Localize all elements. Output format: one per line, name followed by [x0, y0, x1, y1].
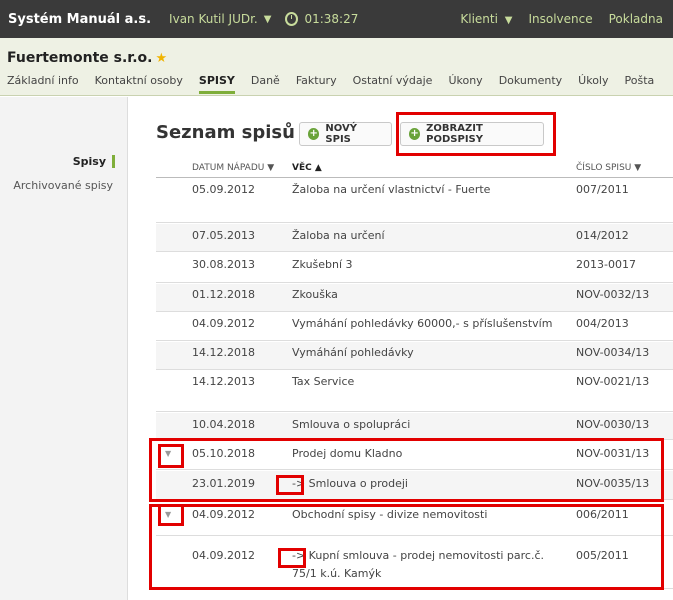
table-row[interactable]: 07.05.2013 Žaloba na určení 014/2012	[156, 224, 673, 252]
timer[interactable]: 01:38:27	[285, 12, 358, 26]
timer-value: 01:38:27	[304, 12, 359, 26]
client-tabs: Základní info Kontaktní osoby SPISY Daně…	[7, 74, 670, 94]
user-menu[interactable]: Ivan Kutil JUDr. ▼	[169, 12, 271, 26]
row-num: NOV-0034/13	[576, 346, 650, 359]
table-row[interactable]: 05.09.2012 Žaloba na určení vlastnictví …	[156, 179, 673, 223]
row-num: 007/2011	[576, 183, 629, 196]
tab-zakladni-info[interactable]: Základní info	[7, 74, 79, 94]
table-row[interactable]: 14.12.2013 Tax Service NOV-0021/13	[156, 371, 673, 412]
table-row[interactable]: 10.04.2018 Smlouva o spolupráci NOV-0030…	[156, 413, 673, 440]
tab-posta[interactable]: Pošta	[625, 74, 655, 94]
chevron-down-icon: ▼	[504, 15, 513, 26]
nav-clients[interactable]: Klienti ▼	[444, 12, 512, 26]
row-date: 07.05.2013	[192, 229, 255, 242]
sidebar: Spisy Archivované spisy	[0, 97, 128, 600]
client-name: Fuertemonte s.r.o. ★	[7, 50, 168, 66]
tab-dokumenty[interactable]: Dokumenty	[499, 74, 562, 94]
row-num: 2013-0017	[576, 258, 636, 271]
row-num: 004/2013	[576, 317, 629, 330]
stopwatch-icon	[285, 12, 299, 26]
row-vec[interactable]: Zkušební 3	[292, 256, 572, 274]
row-vec[interactable]: Vymáhání pohledávky	[292, 344, 572, 362]
new-spis-button[interactable]: + NOVÝ SPIS	[299, 122, 392, 146]
tab-kontaktni-osoby[interactable]: Kontaktní osoby	[95, 74, 183, 94]
tab-ukony[interactable]: Úkony	[448, 74, 482, 94]
client-header: Fuertemonte s.r.o. ★ Základní info Kontak…	[0, 38, 673, 96]
row-num: NOV-0030/13	[576, 418, 650, 431]
table-header: DATUM NÁPADU ▼ VĚC ▲ ČÍSLO SPISU ▼	[156, 160, 673, 178]
highlight-box	[276, 475, 304, 495]
tab-spisy[interactable]: SPISY	[198, 74, 235, 94]
row-vec[interactable]: Smlouva o spolupráci	[292, 416, 572, 434]
table-row[interactable]: 30.08.2013 Zkušební 3 2013-0017	[156, 253, 673, 283]
highlight-box	[158, 504, 184, 526]
col-date-header[interactable]: DATUM NÁPADU ▼	[192, 163, 274, 173]
top-bar: Systém Manuál a.s. Ivan Kutil JUDr. ▼ 01…	[0, 0, 673, 38]
nav-pokladna[interactable]: Pokladna	[609, 12, 663, 26]
row-num: NOV-0032/13	[576, 288, 650, 301]
row-date: 10.04.2018	[192, 418, 255, 431]
row-date: 05.09.2012	[192, 183, 255, 196]
row-vec[interactable]: Tax Service	[292, 373, 572, 391]
table-row[interactable]: 01.12.2018 Zkouška NOV-0032/13	[156, 284, 673, 312]
tab-faktury[interactable]: Faktury	[296, 74, 337, 94]
page-title: Seznam spisů	[156, 122, 295, 143]
row-num: NOV-0021/13	[576, 375, 650, 388]
highlight-box	[149, 504, 664, 590]
col-num-header[interactable]: ČÍSLO SPISU ▼	[576, 163, 641, 173]
table-row[interactable]: 14.12.2018 Vymáhání pohledávky NOV-0034/…	[156, 342, 673, 370]
sidebar-item-spisy[interactable]: Spisy	[73, 155, 115, 168]
row-num: 014/2012	[576, 229, 629, 242]
col-vec-header[interactable]: VĚC ▲	[292, 163, 322, 173]
row-vec[interactable]: Zkouška	[292, 286, 572, 304]
star-icon[interactable]: ★	[155, 51, 167, 66]
highlight-box	[278, 548, 306, 568]
brand-name[interactable]: Systém Manuál a.s.	[8, 12, 151, 27]
row-date: 04.09.2012	[192, 317, 255, 330]
row-vec[interactable]: Vymáhání pohledávky 60000,- s příslušens…	[292, 315, 572, 333]
row-date: 01.12.2018	[192, 288, 255, 301]
highlight-box	[149, 438, 664, 502]
plus-icon: +	[308, 128, 320, 140]
row-date: 14.12.2018	[192, 346, 255, 359]
tab-ukoly[interactable]: Úkoly	[578, 74, 608, 94]
chevron-down-icon: ▼	[263, 13, 272, 25]
tab-dane[interactable]: Daně	[251, 74, 280, 94]
row-date: 14.12.2013	[192, 375, 255, 388]
highlight-box	[158, 444, 184, 468]
row-date: 30.08.2013	[192, 258, 255, 271]
highlight-box	[396, 112, 556, 156]
tab-ostatni-vydaje[interactable]: Ostatní výdaje	[353, 74, 433, 94]
table-row[interactable]: 04.09.2012 Vymáhání pohledávky 60000,- s…	[156, 313, 673, 341]
nav-insolvence[interactable]: Insolvence	[528, 12, 592, 26]
row-vec[interactable]: Žaloba na určení vlastnictví - Fuerte	[292, 181, 572, 199]
sidebar-item-archivovane[interactable]: Archivované spisy	[13, 179, 113, 192]
user-name: Ivan Kutil JUDr.	[169, 12, 258, 26]
row-vec[interactable]: Žaloba na určení	[292, 227, 572, 245]
